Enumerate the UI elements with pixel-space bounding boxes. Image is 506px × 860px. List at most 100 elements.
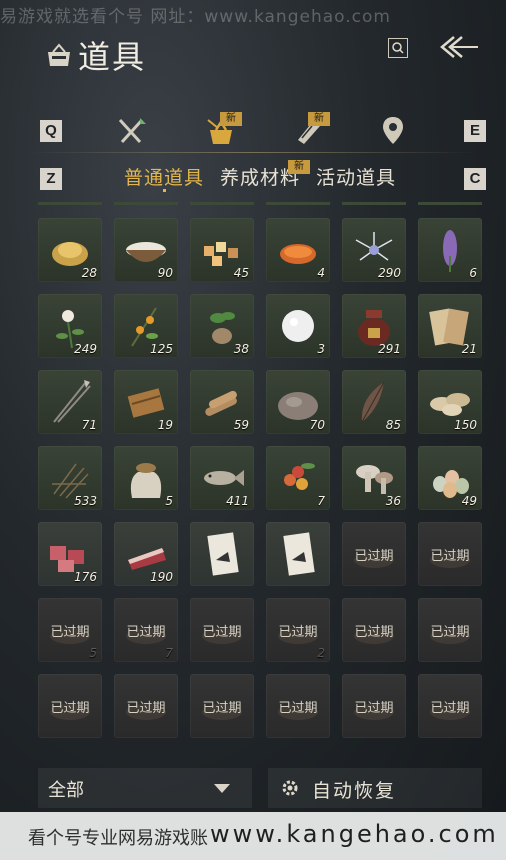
item-slot[interactable]: 36 xyxy=(342,446,406,510)
item-slot[interactable]: 70 xyxy=(266,370,330,434)
expired-item-slot[interactable]: 已过期 xyxy=(342,674,406,738)
item-slot[interactable]: 249 xyxy=(38,294,102,358)
expired-item-slot[interactable]: 已过期 xyxy=(418,522,482,586)
item-slot[interactable]: 3 xyxy=(266,294,330,358)
item-quantity: 6 xyxy=(469,266,477,280)
category-bar: Q 新 新 E xyxy=(0,110,506,152)
subtab-bar: Z 普通道具 养成材料 新 活动道具 C xyxy=(0,160,506,196)
item-quantity: 176 xyxy=(74,570,97,584)
previous-row-edge xyxy=(418,202,482,205)
expired-label: 已过期 xyxy=(278,701,318,716)
item-slot[interactable]: 90 xyxy=(114,218,178,282)
salted-egg-yolk-icon xyxy=(280,244,316,264)
expired-item-slot[interactable]: 已过期 xyxy=(342,522,406,586)
expired-label: 已过期 xyxy=(126,701,166,716)
expired-item-slot[interactable]: 已过期 5 xyxy=(38,598,102,662)
map-pin-icon[interactable] xyxy=(376,114,410,148)
expired-label: 已过期 xyxy=(354,549,394,564)
item-slot[interactable]: 6 xyxy=(418,218,482,282)
item-slot[interactable]: 4 xyxy=(266,218,330,282)
horse-card-icon xyxy=(283,532,315,576)
expired-item-slot[interactable]: 已过期 xyxy=(114,674,178,738)
item-slot[interactable]: 411 xyxy=(190,446,254,510)
item-quantity: 150 xyxy=(454,418,477,432)
item-slot[interactable]: 85 xyxy=(342,370,406,434)
divider xyxy=(30,152,476,153)
item-slot[interactable] xyxy=(190,522,254,586)
item-quantity: 49 xyxy=(461,494,477,508)
item-slot[interactable]: 49 xyxy=(418,446,482,510)
expired-item-slot[interactable]: 已过期 xyxy=(266,674,330,738)
item-quantity: 190 xyxy=(150,570,173,584)
item-slot[interactable]: 125 xyxy=(114,294,178,358)
item-quantity: 5 xyxy=(89,646,97,660)
item-slot[interactable]: 5 xyxy=(114,446,178,510)
key-q[interactable]: Q xyxy=(40,120,62,142)
expired-label: 已过期 xyxy=(202,701,242,716)
item-slot[interactable]: 291 xyxy=(342,294,406,358)
bag-icon xyxy=(48,43,70,66)
item-slot[interactable]: 290 xyxy=(342,218,406,282)
item-quantity: 5 xyxy=(165,494,173,508)
auto-restore-label: 自动恢复 xyxy=(312,780,397,802)
item-quantity: 3 xyxy=(317,342,325,356)
filter-dropdown[interactable]: 全部 xyxy=(38,768,252,808)
expired-item-slot[interactable]: 已过期 2 xyxy=(266,598,330,662)
item-quantity: 19 xyxy=(157,418,173,432)
search-icon xyxy=(392,42,404,54)
item-slot[interactable]: 38 xyxy=(190,294,254,358)
item-slot[interactable]: 28 xyxy=(38,218,102,282)
key-c[interactable]: C xyxy=(464,168,486,190)
item-quantity: 38 xyxy=(233,342,249,356)
new-badge: 新 xyxy=(288,160,310,174)
item-quantity: 249 xyxy=(74,342,97,356)
filter-label: 全部 xyxy=(48,780,84,801)
chevron-down-icon xyxy=(214,784,230,793)
item-quantity: 533 xyxy=(74,494,97,508)
item-slot[interactable]: 45 xyxy=(190,218,254,282)
item-slot[interactable]: 71 xyxy=(38,370,102,434)
expired-label: 已过期 xyxy=(278,625,318,640)
item-slot[interactable]: 59 xyxy=(190,370,254,434)
gear-icon xyxy=(282,780,298,796)
tab-common-items[interactable]: 普通道具 xyxy=(124,163,204,190)
item-slot[interactable]: 190 xyxy=(114,522,178,586)
expired-label: 已过期 xyxy=(430,701,470,716)
key-z[interactable]: Z xyxy=(40,168,62,190)
auto-restore-button[interactable]: 自动恢复 xyxy=(268,768,482,808)
red-berries-icon xyxy=(284,463,315,490)
item-quantity: 71 xyxy=(81,418,97,432)
expired-item-slot[interactable]: 已过期 xyxy=(190,674,254,738)
item-slot[interactable]: 176 xyxy=(38,522,102,586)
expired-item-slot[interactable]: 已过期 xyxy=(418,674,482,738)
crossed-swords-icon[interactable] xyxy=(114,114,148,148)
back-icon[interactable] xyxy=(436,34,480,60)
item-slot[interactable]: 21 xyxy=(418,294,482,358)
item-quantity: 70 xyxy=(309,418,325,432)
expired-item-slot[interactable]: 已过期 xyxy=(418,598,482,662)
item-quantity: 85 xyxy=(385,418,401,432)
item-quantity: 7 xyxy=(317,494,325,508)
item-slot[interactable]: 533 xyxy=(38,446,102,510)
item-slot[interactable] xyxy=(266,522,330,586)
expired-item-slot[interactable]: 已过期 xyxy=(190,598,254,662)
expired-label: 已过期 xyxy=(50,625,90,640)
purple-flower-icon xyxy=(443,230,457,272)
expired-item-slot[interactable]: 已过期 xyxy=(38,674,102,738)
item-quantity: 21 xyxy=(461,342,477,356)
watermark-bottom: 看个号专业网易游戏账 www.kangehao.com xyxy=(0,812,506,860)
expired-item-slot[interactable]: 已过期 7 xyxy=(114,598,178,662)
expired-item-slot[interactable]: 已过期 xyxy=(342,598,406,662)
header: 道具 xyxy=(0,20,506,80)
new-badge: 新 xyxy=(308,112,330,126)
item-slot[interactable]: 7 xyxy=(266,446,330,510)
item-quantity: 59 xyxy=(233,418,249,432)
previous-row-edge xyxy=(114,202,178,205)
tab-event-items[interactable]: 活动道具 xyxy=(316,163,396,190)
previous-row-edge xyxy=(38,202,102,205)
key-e[interactable]: E xyxy=(464,120,486,142)
item-slot[interactable]: 19 xyxy=(114,370,178,434)
watermark-bottom-text: 看个号专业网易游戏账 xyxy=(28,828,208,849)
search-button[interactable] xyxy=(388,38,408,58)
item-slot[interactable]: 150 xyxy=(418,370,482,434)
